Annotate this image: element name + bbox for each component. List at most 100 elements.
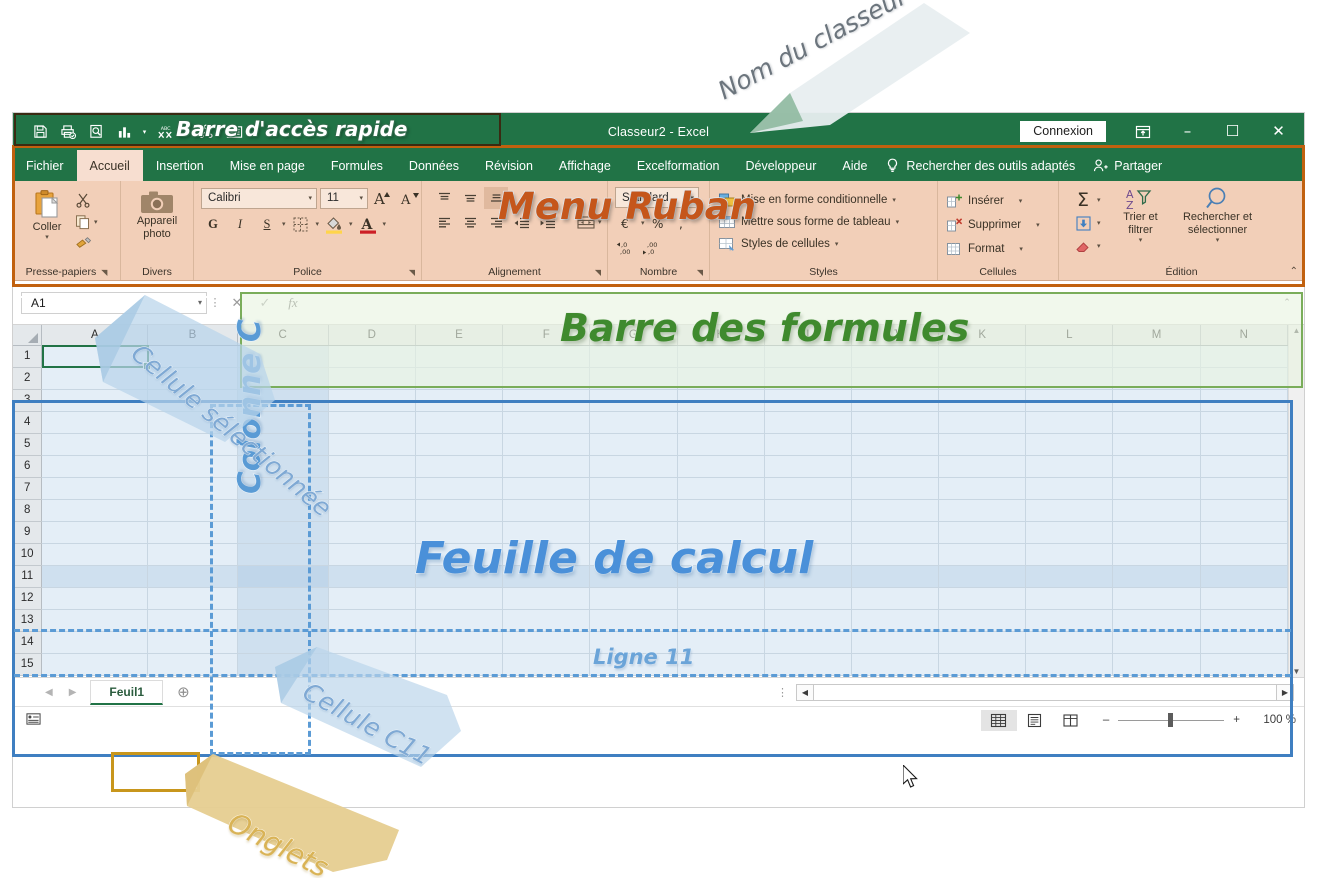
cell-C3[interactable] bbox=[237, 389, 329, 412]
underline-button[interactable]: S bbox=[255, 213, 279, 235]
tab-developpeur[interactable]: Développeur bbox=[733, 150, 830, 181]
cell-G15[interactable] bbox=[589, 653, 678, 676]
fill-color-caret-icon[interactable]: ▾ bbox=[349, 220, 353, 228]
format-painter-button[interactable] bbox=[75, 234, 98, 253]
cell-C14[interactable] bbox=[237, 631, 329, 654]
cell-F1[interactable] bbox=[502, 345, 591, 368]
cell-F14[interactable] bbox=[502, 631, 591, 654]
cell-G4[interactable] bbox=[589, 411, 678, 434]
scroll-right-arrow-icon[interactable]: ▶ bbox=[1276, 684, 1293, 700]
align-right-button[interactable] bbox=[484, 212, 508, 234]
cell-E13[interactable] bbox=[415, 609, 504, 632]
sheet-next-icon[interactable]: ▶ bbox=[69, 687, 77, 698]
cell-A1[interactable] bbox=[41, 345, 149, 368]
cell-E3[interactable] bbox=[415, 389, 504, 412]
cell-J8[interactable] bbox=[851, 499, 940, 522]
sort-filter-caret-icon[interactable]: ▾ bbox=[1139, 237, 1143, 245]
cell-G1[interactable] bbox=[589, 345, 678, 368]
scroll-up-arrow-icon[interactable]: ▲ bbox=[1293, 326, 1301, 335]
cell-G5[interactable] bbox=[589, 433, 678, 456]
cell-H2[interactable] bbox=[677, 367, 765, 390]
autosum-caret-icon[interactable]: ▾ bbox=[1097, 196, 1101, 204]
underline-caret-icon[interactable]: ▾ bbox=[282, 220, 286, 228]
name-box[interactable]: A1 ▾ bbox=[21, 291, 207, 314]
paste-caret-icon[interactable]: ▾ bbox=[45, 234, 49, 242]
cell-E15[interactable] bbox=[415, 653, 504, 676]
sheet-prev-icon[interactable]: ◀ bbox=[45, 687, 53, 698]
autosum-button[interactable]: Σ ▾ bbox=[1071, 189, 1101, 211]
cell-G13[interactable] bbox=[589, 609, 678, 632]
number-format-caret-icon[interactable]: ▾ bbox=[684, 194, 694, 202]
row-header-15[interactable]: 15 bbox=[13, 653, 43, 676]
conditional-formatting-caret-icon[interactable]: ▾ bbox=[892, 196, 896, 204]
zoom-slider-knob[interactable] bbox=[1168, 713, 1174, 727]
cell-B7[interactable] bbox=[147, 477, 238, 500]
cell-L2[interactable] bbox=[1025, 367, 1114, 390]
cell-D12[interactable] bbox=[328, 587, 416, 610]
cell-I1[interactable] bbox=[764, 345, 852, 368]
cell-H1[interactable] bbox=[677, 345, 765, 368]
cell-I10[interactable] bbox=[764, 543, 852, 566]
cell-M8[interactable] bbox=[1112, 499, 1201, 522]
cell-F10[interactable] bbox=[502, 543, 591, 566]
cell-D15[interactable] bbox=[328, 653, 416, 676]
cell-J11[interactable] bbox=[851, 565, 940, 588]
cell-H3[interactable] bbox=[677, 389, 765, 412]
column-header-K[interactable]: K bbox=[938, 325, 1027, 346]
cell-G12[interactable] bbox=[589, 587, 678, 610]
cell-J14[interactable] bbox=[851, 631, 940, 654]
cell-K8[interactable] bbox=[938, 499, 1027, 522]
page-layout-view-button[interactable] bbox=[1017, 710, 1053, 731]
italic-button[interactable]: I bbox=[228, 213, 252, 235]
sort-icon[interactable] bbox=[193, 119, 219, 145]
fill-button[interactable]: ▾ bbox=[1071, 212, 1101, 234]
connexion-button[interactable]: Connexion bbox=[1020, 120, 1106, 143]
cell-N3[interactable] bbox=[1200, 389, 1288, 412]
cell-M2[interactable] bbox=[1112, 367, 1201, 390]
cell-D11[interactable] bbox=[328, 565, 416, 588]
cell-H4[interactable] bbox=[677, 411, 765, 434]
insert-cells-caret-icon[interactable]: ▾ bbox=[1019, 197, 1023, 205]
cell-H12[interactable] bbox=[677, 587, 765, 610]
cell-C5[interactable] bbox=[237, 433, 329, 456]
tab-mise-en-page[interactable]: Mise en page bbox=[217, 150, 318, 181]
cell-G9[interactable] bbox=[589, 521, 678, 544]
cell-G10[interactable] bbox=[589, 543, 678, 566]
column-header-A[interactable]: A bbox=[41, 325, 149, 346]
cell-J6[interactable] bbox=[851, 455, 940, 478]
zoom-out-button[interactable]: – bbox=[1103, 714, 1109, 726]
cell-I15[interactable] bbox=[764, 653, 852, 676]
spelling-caret-icon[interactable]: ▾ bbox=[180, 119, 191, 145]
spelling-icon[interactable]: ABC bbox=[152, 119, 178, 145]
cell-K4[interactable] bbox=[938, 411, 1027, 434]
row-header-7[interactable]: 7 bbox=[13, 477, 43, 500]
delete-cells-button[interactable]: Supprimer ▾ bbox=[946, 213, 1040, 237]
tab-revision[interactable]: Révision bbox=[472, 150, 546, 181]
tab-formules[interactable]: Formules bbox=[318, 150, 396, 181]
cell-G6[interactable] bbox=[589, 455, 678, 478]
cell-E2[interactable] bbox=[415, 367, 504, 390]
borders-button[interactable] bbox=[289, 213, 313, 235]
cell-E8[interactable] bbox=[415, 499, 504, 522]
cell-N5[interactable] bbox=[1200, 433, 1288, 456]
minimize-button[interactable]: – bbox=[1165, 113, 1210, 150]
decrease-indent-button[interactable] bbox=[510, 212, 534, 234]
cell-A12[interactable] bbox=[41, 587, 149, 610]
fill-color-button[interactable] bbox=[322, 213, 346, 235]
format-cells-caret-icon[interactable]: ▾ bbox=[1019, 245, 1023, 253]
cell-H11[interactable] bbox=[677, 565, 765, 588]
cell-I9[interactable] bbox=[764, 521, 852, 544]
cell-F5[interactable] bbox=[502, 433, 591, 456]
cell-B2[interactable] bbox=[147, 367, 238, 390]
align-left-button[interactable] bbox=[432, 212, 456, 234]
cell-L11[interactable] bbox=[1025, 565, 1114, 588]
tell-me-search[interactable]: Rechercher des outils adaptés bbox=[880, 150, 1085, 181]
cell-K5[interactable] bbox=[938, 433, 1027, 456]
cell-E4[interactable] bbox=[415, 411, 504, 434]
cell-M9[interactable] bbox=[1112, 521, 1201, 544]
cell-J9[interactable] bbox=[851, 521, 940, 544]
tab-donnees[interactable]: Données bbox=[396, 150, 472, 181]
cell-J4[interactable] bbox=[851, 411, 940, 434]
row-header-5[interactable]: 5 bbox=[13, 433, 43, 456]
cell-E1[interactable] bbox=[415, 345, 504, 368]
